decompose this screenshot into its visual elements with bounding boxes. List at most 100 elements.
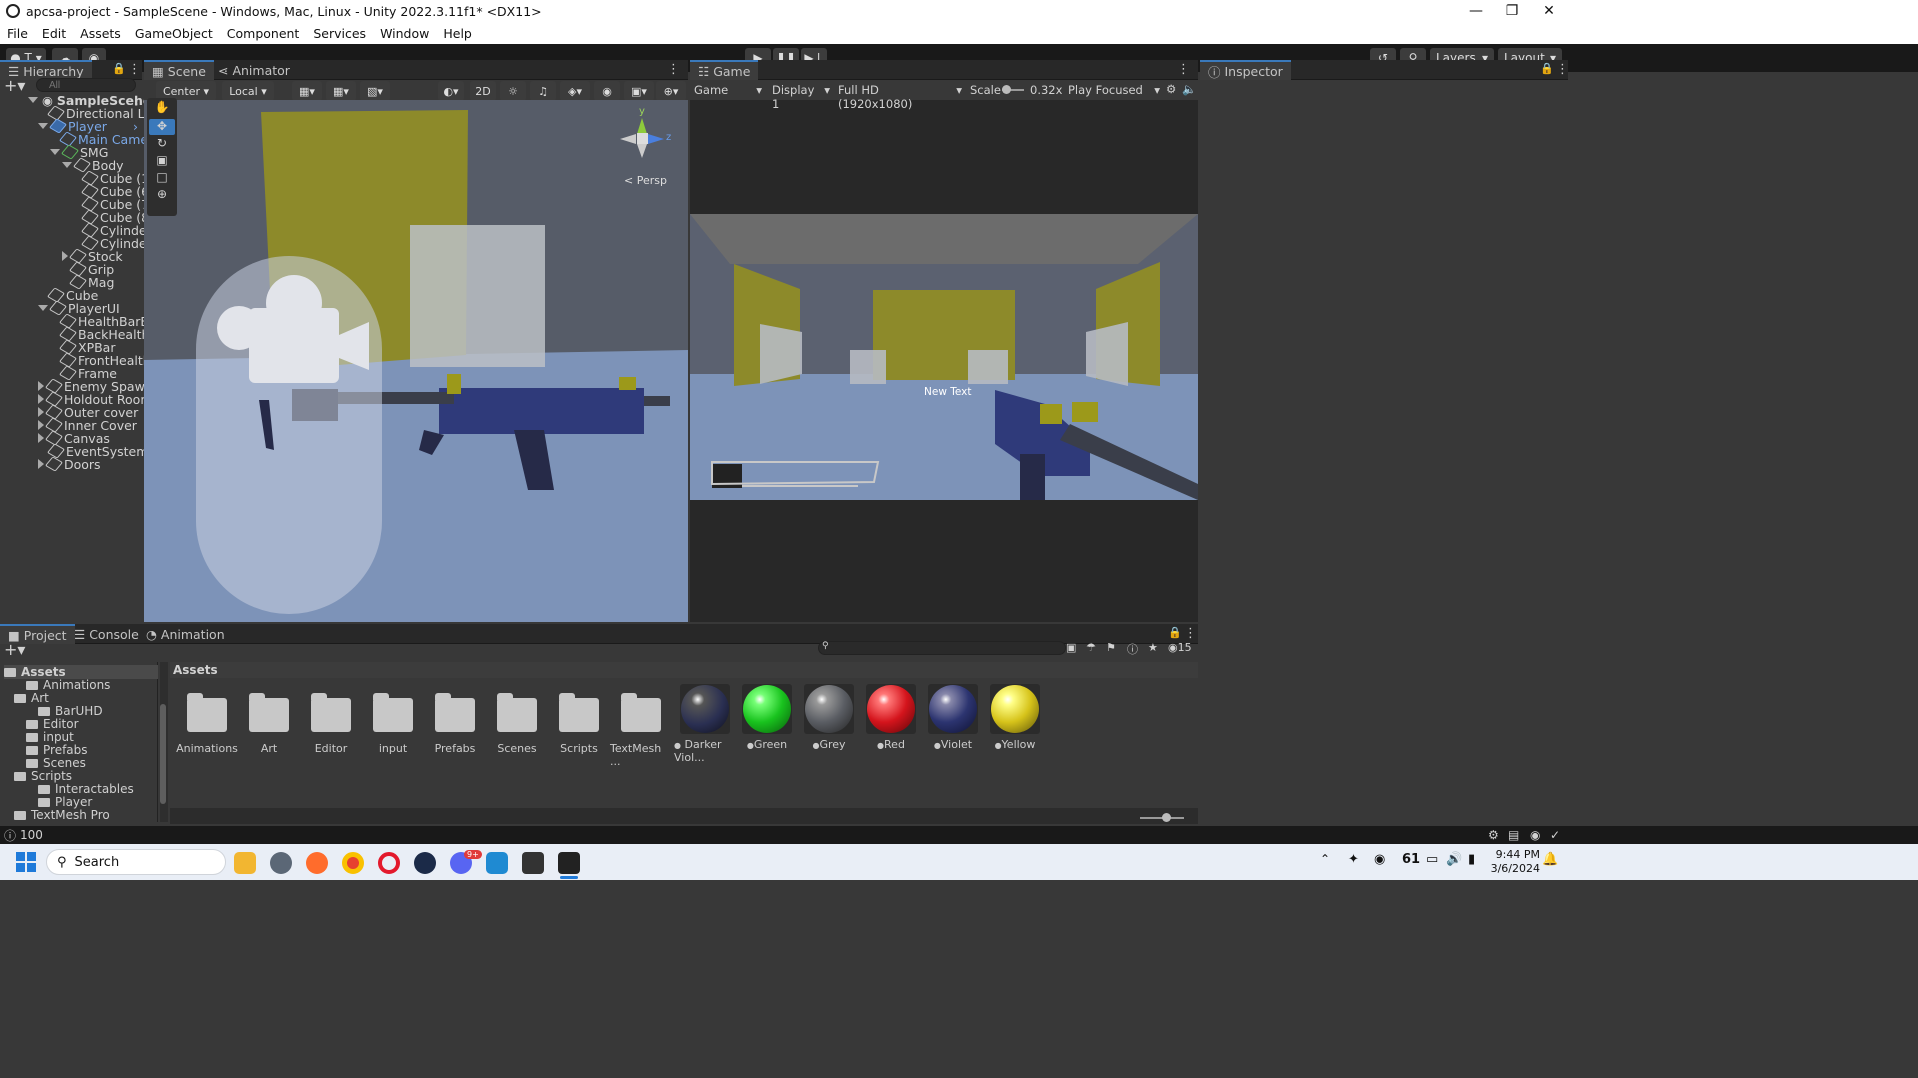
expand-icon[interactable] bbox=[50, 149, 60, 155]
favorite-icon[interactable]: ★ bbox=[1148, 641, 1158, 654]
unity-editor-icon[interactable] bbox=[558, 852, 580, 874]
rect-tool-icon[interactable]: □ bbox=[149, 170, 175, 186]
list-item[interactable]: Doors bbox=[38, 456, 101, 472]
tree-item[interactable]: Interactables bbox=[38, 782, 134, 796]
axis-y-arrow[interactable] bbox=[637, 118, 647, 134]
expand-icon[interactable] bbox=[38, 407, 44, 417]
expand-icon[interactable] bbox=[28, 97, 38, 103]
notification-icon[interactable]: 🔔 bbox=[1542, 852, 1558, 867]
axis-neg-y-arrow[interactable] bbox=[637, 144, 647, 158]
asset-folder[interactable]: Animations bbox=[176, 684, 238, 755]
more-icon[interactable]: ⋮ bbox=[667, 62, 680, 77]
orientation-gizmo[interactable]: y z bbox=[620, 106, 671, 164]
lock-icon[interactable]: 🔒 bbox=[112, 62, 126, 75]
expand-icon[interactable] bbox=[62, 162, 72, 168]
tree-scrollbar-thumb[interactable] bbox=[160, 704, 166, 804]
asset-material[interactable]: ●Red bbox=[860, 684, 922, 751]
expand-icon[interactable] bbox=[38, 394, 44, 404]
asset-folder[interactable]: Prefabs bbox=[424, 684, 486, 755]
mode-2d-button[interactable]: 2D bbox=[470, 81, 496, 101]
lighting-icon[interactable]: ☼ bbox=[500, 81, 526, 101]
grid-snap-icon[interactable]: ▦▾ bbox=[292, 81, 322, 101]
menu-help[interactable]: Help bbox=[436, 26, 479, 41]
menu-window[interactable]: Window bbox=[373, 26, 436, 41]
asset-folder[interactable]: TextMesh ... bbox=[610, 684, 672, 768]
taskbar-search[interactable]: ⚲ Search bbox=[46, 849, 226, 875]
play-mode-dropdown[interactable]: Play Focused ▾ bbox=[1068, 83, 1160, 97]
debug-icon[interactable]: ⚙ bbox=[1488, 828, 1499, 842]
settings-icon[interactable] bbox=[270, 852, 292, 874]
unity-hub-icon[interactable] bbox=[522, 852, 544, 874]
asset-folder[interactable]: Editor bbox=[300, 684, 362, 755]
tray-overflow-icon[interactable]: ⌃ bbox=[1320, 852, 1330, 866]
view-dropdown[interactable]: Game ▾ bbox=[694, 83, 762, 97]
grid-icon[interactable]: ▦▾ bbox=[326, 81, 356, 101]
visibility-icon[interactable]: ◉ bbox=[594, 81, 620, 101]
network-icon[interactable]: ◉ bbox=[1530, 828, 1540, 842]
axis-z-arrow[interactable] bbox=[648, 134, 664, 144]
add-icon[interactable]: +▾ bbox=[4, 76, 25, 95]
expand-icon[interactable] bbox=[38, 459, 44, 469]
gizmos-icon[interactable]: ⊕▾ bbox=[656, 81, 686, 101]
tab-inspector[interactable]: ⓘ Inspector bbox=[1200, 60, 1291, 80]
file-explorer-icon[interactable] bbox=[234, 852, 256, 874]
tab-console[interactable]: ☰ Console bbox=[66, 624, 147, 644]
expand-icon[interactable] bbox=[38, 305, 48, 311]
lock-icon[interactable]: 🔒 bbox=[1168, 626, 1182, 639]
more-icon[interactable]: ⋮ bbox=[1184, 626, 1197, 641]
asset-folder[interactable]: Scripts bbox=[548, 684, 610, 755]
tray-app-icon[interactable]: ✦ bbox=[1348, 852, 1359, 867]
more-icon[interactable]: ⋮ bbox=[128, 62, 141, 77]
persp-label[interactable]: < Persp bbox=[624, 174, 667, 187]
resolution-dropdown[interactable]: Full HD (1920x1080) ▾ bbox=[838, 83, 962, 111]
more-icon[interactable]: ⋮ bbox=[1556, 62, 1569, 77]
steam-icon[interactable] bbox=[414, 852, 436, 874]
transform-tool-icon[interactable]: ⊕ bbox=[149, 187, 175, 203]
info-icon[interactable]: ⓘ bbox=[1127, 641, 1138, 657]
windows-start-icon[interactable] bbox=[16, 852, 36, 872]
hand-tool-icon[interactable]: ✋ bbox=[149, 100, 175, 118]
game-viewport[interactable] bbox=[690, 214, 1198, 500]
center-cube[interactable] bbox=[637, 133, 648, 144]
mute-icon[interactable]: 🔈 bbox=[1182, 82, 1196, 96]
network-icon[interactable]: ▭ bbox=[1426, 852, 1438, 867]
asset-folder[interactable]: input bbox=[362, 684, 424, 755]
firefox-icon[interactable] bbox=[306, 852, 328, 874]
tray-gpu-icon[interactable]: ◉ bbox=[1374, 852, 1385, 867]
expand-icon[interactable] bbox=[38, 420, 44, 430]
menu-services[interactable]: Services bbox=[306, 26, 373, 41]
clock[interactable]: 9:44 PM 3/6/2024 bbox=[1490, 848, 1540, 876]
menu-file[interactable]: File bbox=[0, 26, 35, 41]
create-icon[interactable]: +▾ bbox=[4, 640, 25, 659]
tab-scene[interactable]: ▦ Scene bbox=[144, 60, 214, 80]
tree-item[interactable]: Scripts bbox=[14, 769, 72, 783]
tray-badge[interactable]: 61 bbox=[1402, 852, 1420, 867]
asset-folder[interactable]: Art bbox=[238, 684, 300, 755]
tree-item[interactable]: BarUHD bbox=[38, 704, 103, 718]
tab-animation[interactable]: ◔ Animation bbox=[138, 624, 233, 644]
asset-material[interactable]: ●Yellow bbox=[984, 684, 1046, 751]
sync-icon[interactable]: ✓ bbox=[1550, 828, 1560, 842]
label-icon[interactable]: ⚑ bbox=[1106, 641, 1116, 654]
cache-icon[interactable]: ▤ bbox=[1508, 828, 1519, 842]
filter-type-icon[interactable]: ☂ bbox=[1086, 641, 1096, 654]
scale-slider[interactable] bbox=[1002, 85, 1024, 94]
hidden-count[interactable]: ◉15 bbox=[1168, 641, 1192, 654]
tab-animator[interactable]: ⋖ Animator bbox=[210, 60, 298, 80]
menu-component[interactable]: Component bbox=[220, 26, 307, 41]
effects-icon[interactable]: ◈▾ bbox=[560, 81, 590, 101]
zoom-slider[interactable] bbox=[1140, 813, 1184, 822]
chrome-icon[interactable] bbox=[342, 852, 364, 874]
asset-material[interactable]: ●Violet bbox=[922, 684, 984, 751]
tree-item[interactable]: Player bbox=[38, 795, 92, 809]
asset-material[interactable]: ●Grey bbox=[798, 684, 860, 751]
tree-item[interactable]: Editor bbox=[26, 717, 79, 731]
display-dropdown[interactable]: Display 1 ▾ bbox=[772, 83, 830, 111]
expand-icon[interactable] bbox=[62, 251, 68, 261]
expand-icon[interactable] bbox=[38, 123, 48, 129]
expand-icon[interactable] bbox=[38, 433, 44, 443]
move-tool-icon[interactable]: ✥ bbox=[149, 119, 175, 135]
project-search-input[interactable] bbox=[818, 641, 1066, 655]
tree-item[interactable]: Animations bbox=[26, 678, 110, 692]
search-by-type-icon[interactable]: ▣ bbox=[1066, 641, 1076, 654]
